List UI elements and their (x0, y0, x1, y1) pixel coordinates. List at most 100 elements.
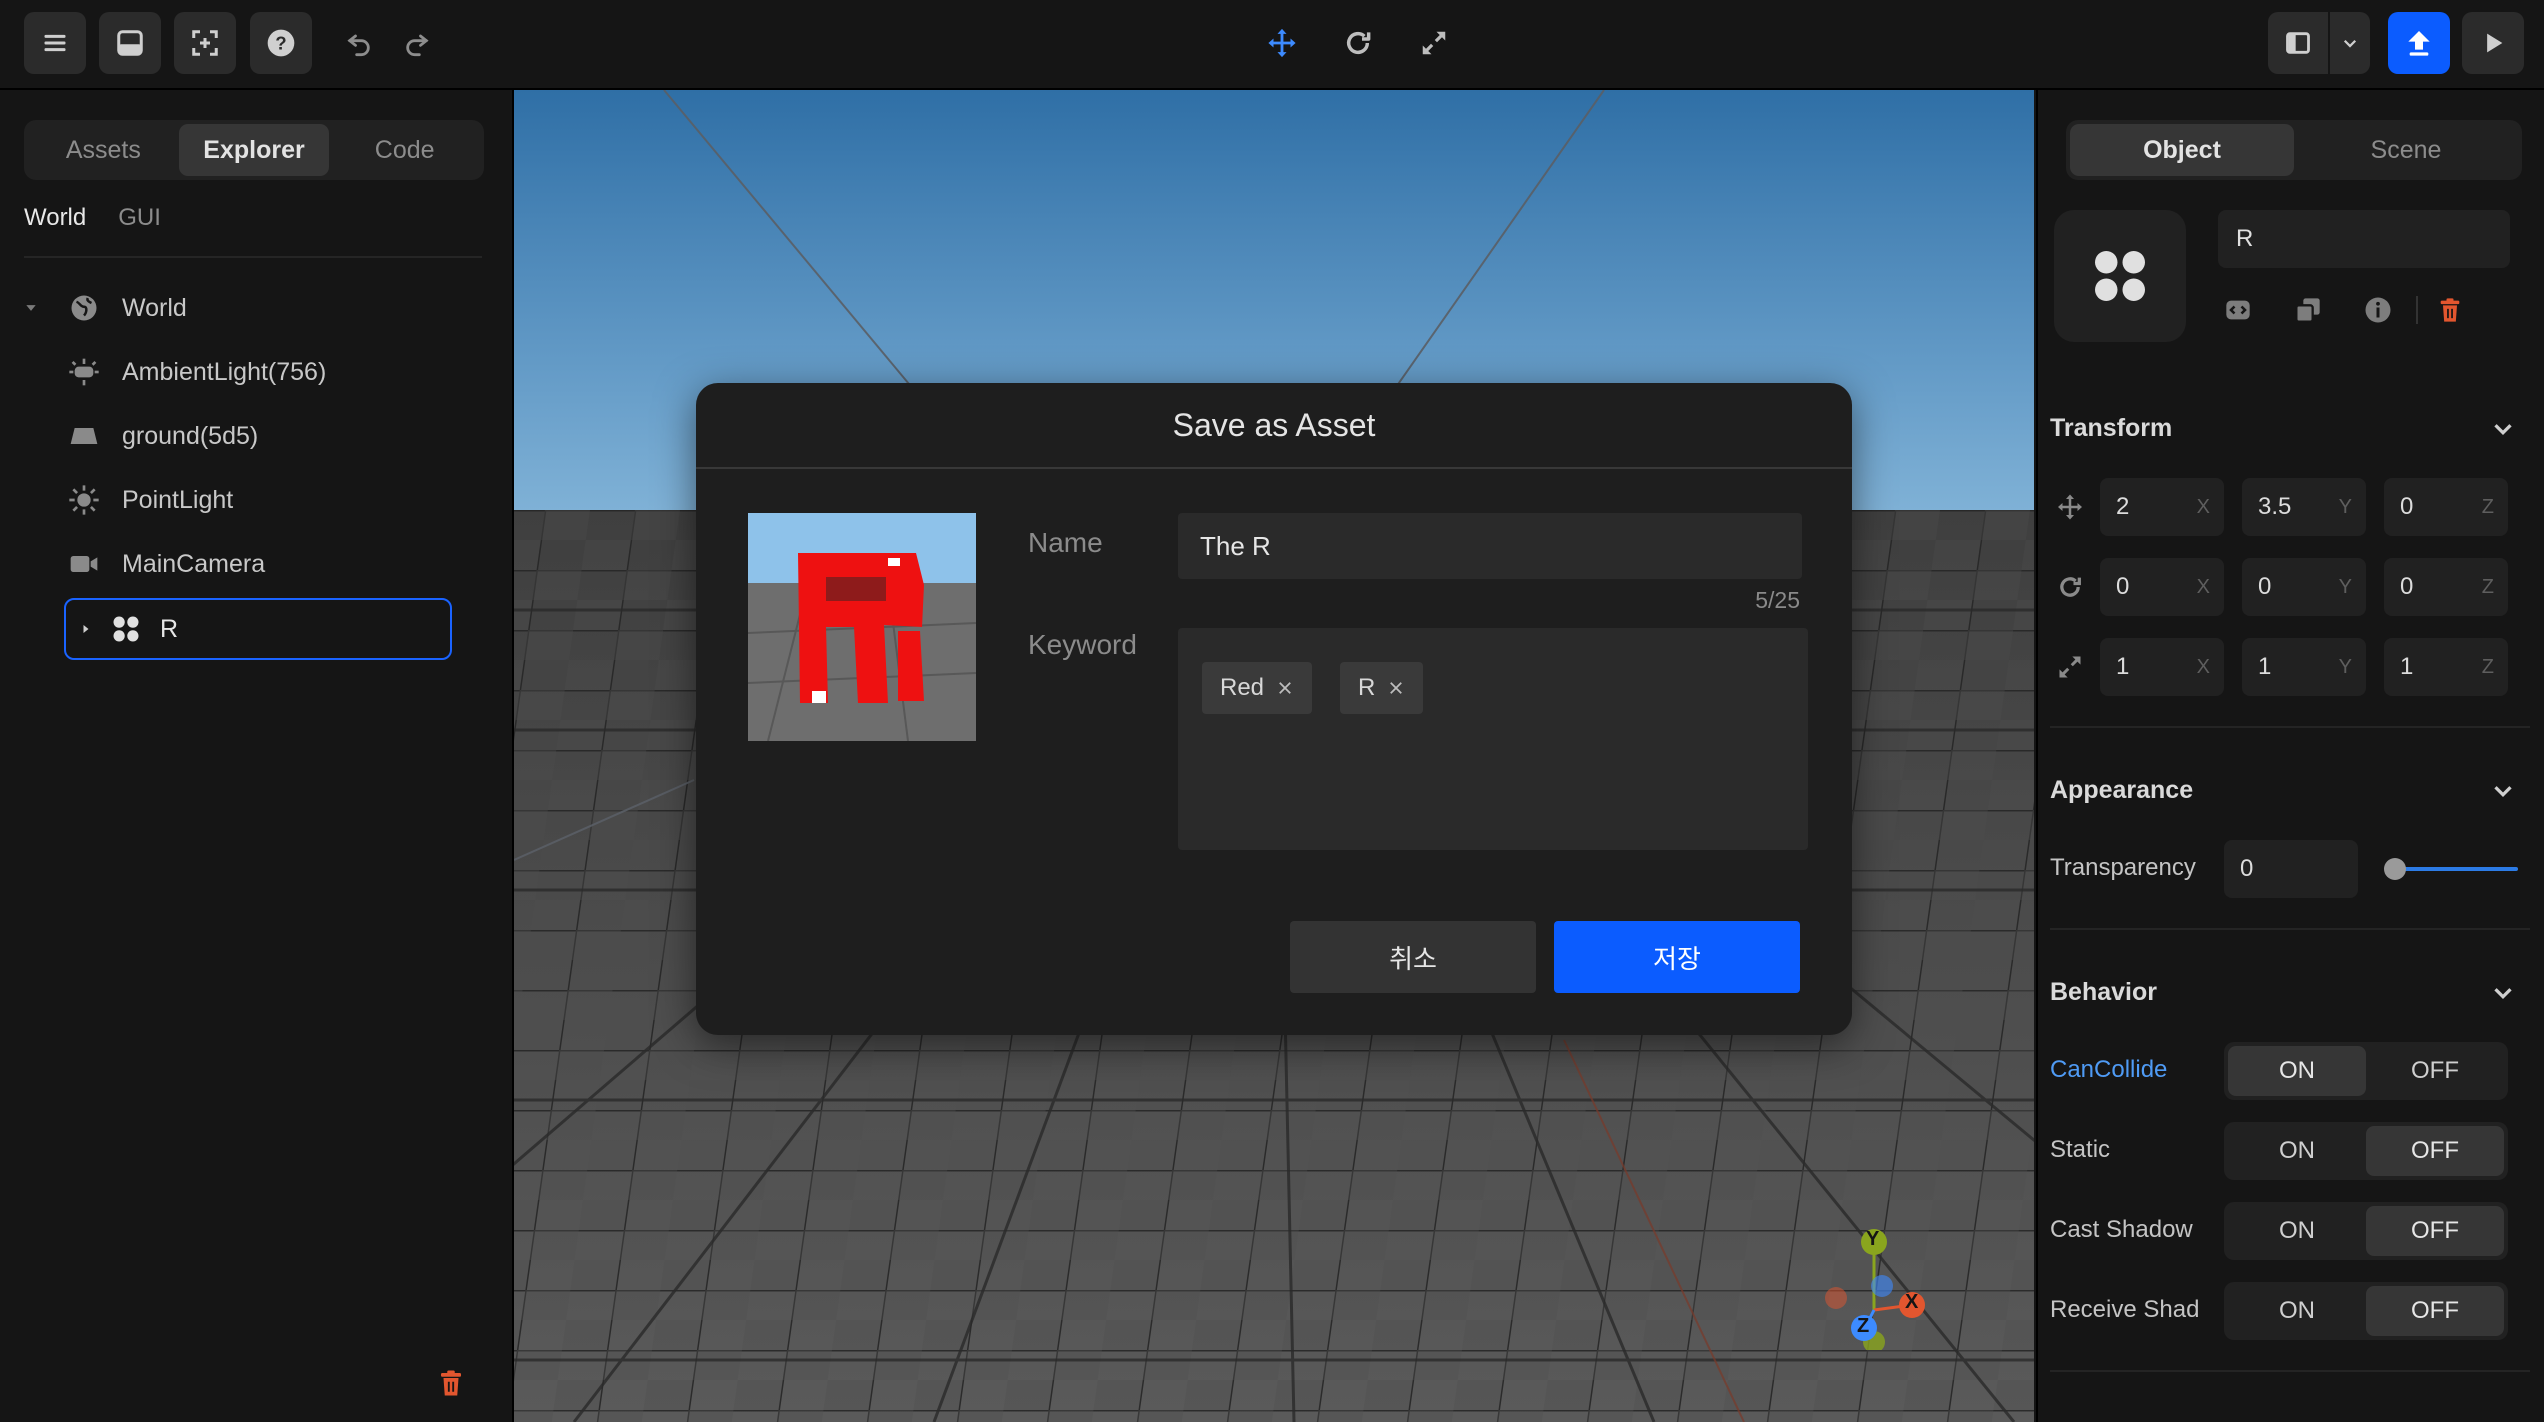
scale-icon[interactable] (1403, 12, 1465, 74)
properties-tabs: Object Scene (2066, 120, 2522, 180)
explorer-subtabs: World GUI (24, 204, 161, 232)
divider (2050, 928, 2530, 930)
inbox-icon[interactable] (99, 12, 161, 74)
left-panel: Assets Explorer Code World GUI World Amb… (0, 90, 514, 1422)
position-y-input[interactable]: 3.5 Y (2242, 478, 2366, 536)
divider (2416, 296, 2418, 324)
trash-icon[interactable] (436, 1368, 468, 1400)
caret-down-icon[interactable] (24, 301, 64, 315)
transparency-slider[interactable] (2384, 852, 2520, 886)
chip-label: R (1358, 674, 1376, 701)
toggle-off[interactable]: OFF (2366, 1286, 2504, 1336)
close-icon[interactable] (1387, 679, 1405, 697)
svg-text:?: ? (275, 33, 286, 54)
tab-scene[interactable]: Scene (2294, 124, 2518, 176)
help-icon[interactable]: ? (250, 12, 312, 74)
cast-shadow-toggle[interactable]: ON OFF (2224, 1202, 2508, 1260)
tab-code[interactable]: Code (329, 124, 480, 176)
rotation-z-input[interactable]: 0Z (2384, 558, 2508, 616)
duplicate-icon[interactable] (2288, 290, 2328, 330)
ambient-light-icon (64, 352, 104, 392)
publish-icon[interactable] (2388, 12, 2450, 74)
tab-explorer[interactable]: Explorer (178, 124, 330, 176)
scale-x-input[interactable]: 1X (2100, 638, 2224, 696)
chevron-down-icon[interactable] (2488, 978, 2518, 1008)
tab-object[interactable]: Object (2070, 124, 2294, 176)
transform-section-title: Transform (2050, 414, 2173, 442)
axis-gizmo[interactable]: Y X Z (1824, 1220, 1944, 1350)
receive-shadow-toggle[interactable]: ON OFF (2224, 1282, 2508, 1340)
fullscreen-select-icon[interactable] (174, 12, 236, 74)
chevron-down-icon[interactable] (2330, 12, 2370, 74)
group-icon (106, 609, 146, 649)
subtab-gui[interactable]: GUI (118, 204, 161, 232)
top-toolbar: ? (0, 0, 2544, 90)
transparency-input[interactable]: 0 (2224, 840, 2358, 898)
receive-shadow-label: Receive Shad (2050, 1296, 2200, 1323)
object-name-input[interactable]: R (2218, 210, 2510, 268)
divider (2050, 726, 2530, 728)
chip-label: Red (1220, 674, 1265, 701)
toggle-off[interactable]: OFF (2366, 1126, 2504, 1176)
toggle-on[interactable]: ON (2228, 1286, 2366, 1336)
tree-item-label: MainCamera (122, 549, 266, 578)
ground-icon (64, 416, 104, 456)
cancel-button[interactable]: 취소 (1290, 921, 1536, 993)
panel-layout-icon[interactable] (2268, 12, 2328, 74)
keyword-label: Keyword (1028, 629, 1137, 660)
tree-item-pointlight[interactable]: PointLight (64, 472, 494, 528)
menu-icon[interactable] (24, 12, 86, 74)
tree-item-ground[interactable]: ground(5d5) (64, 408, 494, 464)
gizmo-z-label: Z (1857, 1315, 1870, 1337)
position-x-input[interactable]: 2X (2100, 478, 2224, 536)
rotate-icon[interactable] (1327, 12, 1389, 74)
keyword-chip[interactable]: R (1340, 662, 1424, 714)
save-as-asset-dialog: Save as Asset Name The R 5/25 Keyword Re… (696, 383, 1852, 1035)
chevron-down-icon[interactable] (2488, 776, 2518, 806)
move-icon (2050, 487, 2090, 527)
toggle-on[interactable]: ON (2228, 1206, 2366, 1256)
play-icon[interactable] (2462, 12, 2524, 74)
move-icon[interactable] (1251, 12, 1313, 74)
save-button[interactable]: 저장 (1554, 921, 1800, 993)
toggle-off[interactable]: OFF (2366, 1046, 2504, 1096)
cancollide-toggle[interactable]: ON OFF (2224, 1042, 2508, 1100)
toggle-on[interactable]: ON (2228, 1126, 2366, 1176)
info-icon[interactable] (2358, 290, 2398, 330)
chevron-down-icon[interactable] (2488, 414, 2518, 444)
scale-y-input[interactable]: 1Y (2242, 638, 2366, 696)
properties-panel: Object Scene R Transform 2X 3.5 Y 0Z 0 X… (2036, 90, 2544, 1422)
undo-icon[interactable] (328, 12, 390, 74)
slider-thumb[interactable] (2384, 858, 2406, 880)
asset-thumbnail (748, 513, 976, 741)
tree-item-maincamera[interactable]: MainCamera (64, 536, 494, 592)
keyword-input[interactable]: Red R (1178, 628, 1808, 850)
caret-right-icon[interactable] (66, 623, 106, 635)
position-z-input[interactable]: 0Z (2384, 478, 2508, 536)
transparency-label: Transparency (2050, 854, 2196, 881)
rotation-x-input[interactable]: 0X (2100, 558, 2224, 616)
toggle-off[interactable]: OFF (2366, 1206, 2504, 1256)
tab-assets[interactable]: Assets (28, 124, 179, 176)
rotation-row: 0X 0Y 0Z (2050, 558, 2530, 616)
redo-icon[interactable] (386, 12, 448, 74)
tree-item-world[interactable]: World (24, 280, 454, 336)
divider (696, 467, 1852, 469)
name-label: Name (1028, 527, 1103, 558)
keyword-chip[interactable]: Red (1202, 662, 1313, 714)
close-icon[interactable] (1276, 679, 1294, 697)
subtab-world[interactable]: World (24, 204, 86, 232)
tree-item-label: ground(5d5) (122, 421, 259, 450)
rotation-y-input[interactable]: 0Y (2242, 558, 2366, 616)
tree-item-r[interactable]: R (64, 598, 452, 660)
name-input[interactable]: The R (1178, 513, 1802, 579)
code-icon[interactable] (2218, 290, 2258, 330)
static-toggle[interactable]: ON OFF (2224, 1122, 2508, 1180)
toggle-on[interactable]: ON (2228, 1046, 2366, 1096)
trash-icon[interactable] (2430, 290, 2470, 330)
divider (2050, 1370, 2530, 1372)
group-icon (2095, 251, 2145, 301)
object-actions (2218, 290, 2518, 330)
tree-item-ambientlight[interactable]: AmbientLight(756) (64, 344, 494, 400)
scale-z-input[interactable]: 1Z (2384, 638, 2508, 696)
